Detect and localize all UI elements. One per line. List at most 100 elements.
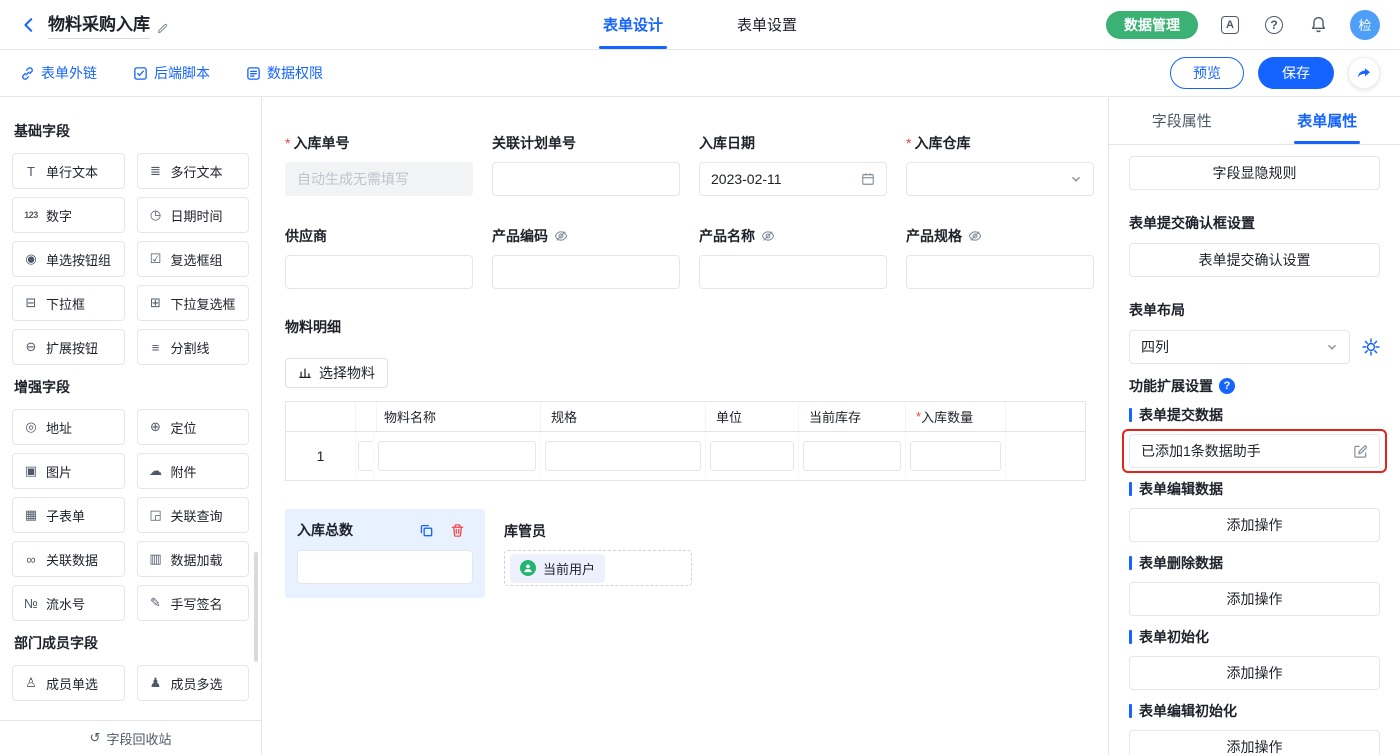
back-button[interactable]: [20, 16, 38, 34]
data-permission-link[interactable]: 数据权限: [246, 63, 323, 83]
field-plan-no[interactable]: 关联计划单号: [492, 133, 680, 196]
field-total-selected[interactable]: 入库总数: [285, 509, 485, 598]
save-button[interactable]: 保存: [1258, 57, 1334, 89]
current-user-tag[interactable]: 当前用户: [510, 554, 605, 583]
field-product-code[interactable]: 产品编码: [492, 226, 680, 289]
number-icon: 123: [23, 210, 39, 220]
field-type-address[interactable]: ◎地址: [12, 409, 125, 445]
field-type-linked-data[interactable]: ∞关联数据: [12, 541, 125, 577]
field-type-member-multi[interactable]: ♟成员多选: [137, 665, 250, 701]
display-rule-button[interactable]: 字段显隐规则: [1129, 156, 1380, 190]
single-line-text-icon: T: [23, 164, 39, 179]
form-row-1: *入库单号 自动生成无需填写 关联计划单号 入库日期 2023-02-11 *入…: [285, 133, 1108, 196]
supplier-input[interactable]: [285, 255, 473, 289]
warehouse-select[interactable]: [906, 162, 1094, 196]
tab-form-settings-label: 表单设置: [737, 14, 797, 35]
subtable-label: 物料明细: [285, 317, 1108, 337]
group-form-init: 表单初始化: [1129, 629, 1380, 645]
field-palette-sidebar: 基础字段 T单行文本 ≣多行文本 123数字 ◷日期时间 ◉单选按钮组 ☑复选框…: [0, 97, 262, 755]
help-icon[interactable]: ?: [1262, 13, 1286, 37]
copy-field-icon[interactable]: [419, 523, 434, 538]
field-type-multi-dropdown[interactable]: ⊞下拉复选框: [137, 285, 250, 321]
checkbox-group-icon: ☑: [148, 251, 164, 267]
avatar[interactable]: 检: [1350, 10, 1380, 40]
field-type-signature[interactable]: ✎手写签名: [137, 585, 250, 621]
sidebar-scrollbar[interactable]: [254, 552, 258, 662]
inbound-date-input[interactable]: 2023-02-11: [699, 162, 887, 196]
keeper-box[interactable]: 当前用户: [504, 550, 692, 586]
quantity-cell-input[interactable]: [910, 441, 1001, 471]
spec-cell-input[interactable]: [545, 441, 701, 471]
tab-field-properties[interactable]: 字段属性: [1109, 97, 1255, 144]
add-action-edit-data-button[interactable]: 添加操作: [1129, 508, 1380, 542]
field-keeper[interactable]: 库管员 当前用户: [504, 509, 692, 586]
notification-bell-icon[interactable]: [1306, 13, 1330, 37]
field-type-single-line-text[interactable]: T单行文本: [12, 153, 125, 189]
add-action-delete-data-button[interactable]: 添加操作: [1129, 582, 1380, 616]
total-input[interactable]: [297, 550, 473, 584]
field-recycle-bin[interactable]: ↺ 字段回收站: [0, 720, 261, 755]
select-material-button[interactable]: 选择物料: [285, 358, 388, 388]
image-icon: ▣: [23, 463, 39, 479]
form-canvas: *入库单号 自动生成无需填写 关联计划单号 入库日期 2023-02-11 *入…: [262, 97, 1108, 755]
field-type-dropdown[interactable]: ⊟下拉框: [12, 285, 125, 321]
field-type-linked-query[interactable]: ◲关联查询: [137, 497, 250, 533]
data-manage-button[interactable]: 数据管理: [1106, 11, 1198, 39]
delete-field-icon[interactable]: [450, 523, 465, 538]
field-type-image[interactable]: ▣图片: [12, 453, 125, 489]
field-supplier[interactable]: 供应商: [285, 226, 473, 289]
field-material-detail[interactable]: 物料明细 选择物料 物料名称 规格 单位 当前库存 *入库数量: [285, 317, 1108, 481]
chevron-down-icon: [1326, 341, 1338, 353]
field-type-serial-number[interactable]: №流水号: [12, 585, 125, 621]
field-type-member-single[interactable]: ♙成员单选: [12, 665, 125, 701]
preview-button[interactable]: 预览: [1170, 57, 1244, 89]
field-product-name[interactable]: 产品名称: [699, 226, 887, 289]
layout-title: 表单布局: [1129, 302, 1380, 318]
share-button[interactable]: [1348, 57, 1380, 89]
product-spec-input[interactable]: [906, 255, 1094, 289]
layout-select[interactable]: 四列: [1129, 330, 1350, 364]
backend-script-link[interactable]: 后端脚本: [133, 63, 210, 83]
extend-button-icon: ⊖: [23, 339, 39, 355]
field-type-divider[interactable]: ≡分割线: [137, 329, 250, 365]
material-name-cell-input[interactable]: [378, 441, 536, 471]
field-type-location[interactable]: ⊕定位: [137, 409, 250, 445]
plan-no-input[interactable]: [492, 162, 680, 196]
field-type-datetime[interactable]: ◷日期时间: [137, 197, 250, 233]
add-action-form-init-button[interactable]: 添加操作: [1129, 656, 1380, 690]
field-type-radio-group[interactable]: ◉单选按钮组: [12, 241, 125, 277]
edit-assistant-icon[interactable]: [1353, 444, 1368, 459]
field-product-spec[interactable]: 产品规格: [906, 226, 1094, 289]
field-type-subform[interactable]: ▦子表单: [12, 497, 125, 533]
field-type-attachment[interactable]: ☁附件: [137, 453, 250, 489]
field-order-no[interactable]: *入库单号 自动生成无需填写: [285, 133, 473, 196]
hidden-eye-icon: [554, 229, 568, 243]
field-type-data-load[interactable]: ▥数据加载: [137, 541, 250, 577]
tab-form-settings[interactable]: 表单设置: [733, 0, 801, 49]
unit-cell-input[interactable]: [710, 441, 794, 471]
form-external-link[interactable]: 表单外链: [20, 63, 97, 83]
app-window: 物料采购入库 表单设计 表单设置 数据管理 A ? 检 表单外链 后端脚本: [0, 0, 1400, 755]
field-inbound-date[interactable]: 入库日期 2023-02-11: [699, 133, 887, 196]
field-warehouse[interactable]: *入库仓库: [906, 133, 1094, 196]
tab-form-design[interactable]: 表单设计: [599, 0, 667, 49]
tab-form-properties[interactable]: 表单属性: [1255, 97, 1400, 144]
field-type-checkbox-group[interactable]: ☑复选框组: [137, 241, 250, 277]
order-no-input[interactable]: 自动生成无需填写: [285, 162, 473, 196]
product-name-input[interactable]: [699, 255, 887, 289]
add-action-edit-init-button[interactable]: 添加操作: [1129, 730, 1380, 755]
field-type-extend-button[interactable]: ⊖扩展按钮: [12, 329, 125, 365]
data-assistant-box[interactable]: 已添加1条数据助手: [1129, 434, 1380, 468]
stock-cell-input[interactable]: [803, 441, 901, 471]
edit-title-icon[interactable]: [156, 22, 169, 35]
field-type-number[interactable]: 123数字: [12, 197, 125, 233]
field-type-multi-line-text[interactable]: ≣多行文本: [137, 153, 250, 189]
material-subtable: 物料名称 规格 单位 当前库存 *入库数量 1: [285, 401, 1086, 481]
submit-confirm-button[interactable]: 表单提交确认设置: [1129, 243, 1380, 277]
language-icon[interactable]: A: [1218, 13, 1242, 37]
gear-icon[interactable]: [1362, 338, 1380, 356]
product-code-input[interactable]: [492, 255, 680, 289]
calendar-icon: [861, 172, 875, 186]
hidden-cell-input[interactable]: [358, 441, 372, 471]
extension-help-icon[interactable]: ?: [1219, 378, 1235, 394]
